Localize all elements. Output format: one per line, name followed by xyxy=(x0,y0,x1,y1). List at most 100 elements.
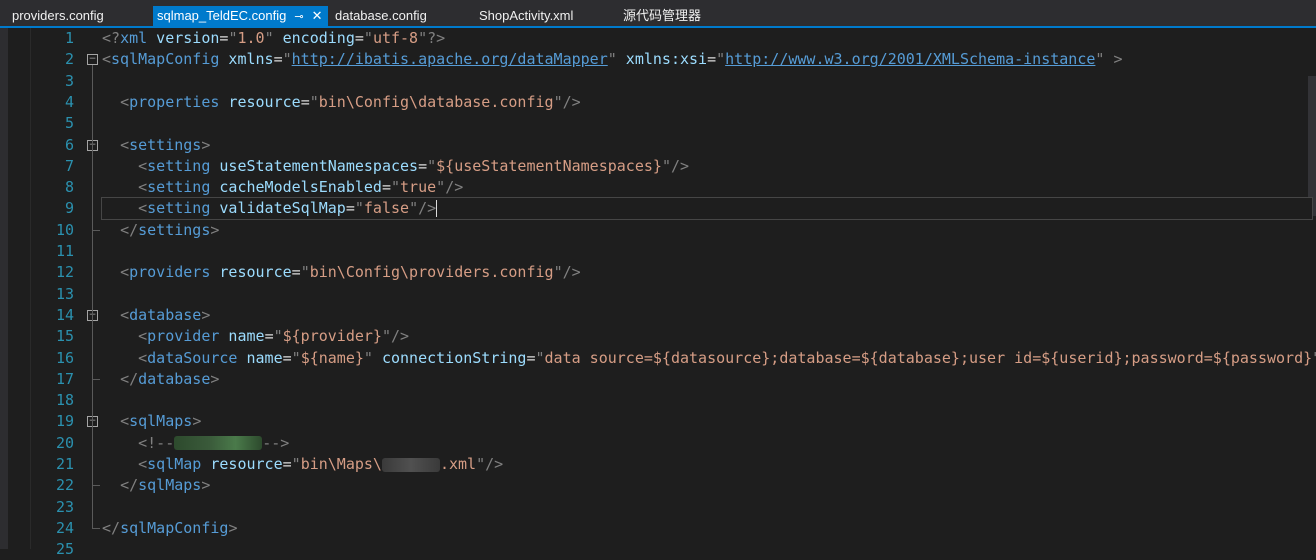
code-line[interactable]: 6− <settings> xyxy=(0,135,1316,156)
code-editor[interactable]: 1 <?xml version="1.0" encoding="utf-8"?> 2… xyxy=(0,28,1316,558)
code-token: sqlMapConfig xyxy=(111,50,220,69)
line-number: 18 xyxy=(55,391,74,410)
code-line[interactable]: 20 <!-- --> xyxy=(0,433,1316,454)
fold-guide xyxy=(92,150,93,230)
code-token: " xyxy=(391,178,401,197)
code-line[interactable]: 25 xyxy=(0,539,1316,560)
line-code: <setting useStatementNamespaces="${useSt… xyxy=(102,156,689,177)
code-line[interactable]: 7 <setting useStatementNamespaces="${use… xyxy=(0,156,1316,177)
line-code: <!-- --> xyxy=(102,433,289,454)
code-token: utf-8 xyxy=(372,29,419,47)
code-line[interactable]: 15 <provider name="${provider}"/> xyxy=(0,326,1316,347)
tab-database-config[interactable]: database.config xyxy=(335,6,427,26)
close-icon[interactable]: ✕ xyxy=(312,6,323,26)
code-token: < xyxy=(138,199,148,218)
code-token: setting xyxy=(147,199,211,218)
line-number: 6 xyxy=(64,135,74,154)
line-code: <setting cacheModelsEnabled="true"/> xyxy=(102,177,463,198)
line-code: <settings> xyxy=(102,135,210,156)
line-number: 15 xyxy=(55,327,74,346)
code-line[interactable]: 14− <database> xyxy=(0,305,1316,326)
code-line[interactable]: 13 xyxy=(0,284,1316,305)
tab-sqlmap-teldec-config[interactable]: sqlmap_TeldEC.config ⊸ ✕ xyxy=(153,6,329,27)
code-line[interactable]: 8 <setting cacheModelsEnabled="true"/> xyxy=(0,177,1316,198)
code-token: resource xyxy=(219,92,301,111)
code-token: " xyxy=(535,348,545,367)
code-line[interactable]: 22 </sqlMaps> xyxy=(0,475,1316,496)
line-number: 17 xyxy=(55,369,74,388)
fold-guide-end xyxy=(92,527,100,529)
line-number: 9 xyxy=(64,199,74,218)
code-token: false xyxy=(363,199,410,218)
code-token: " xyxy=(409,199,419,218)
line-number: 4 xyxy=(64,92,74,111)
line-number: 12 xyxy=(55,263,74,282)
code-token: " xyxy=(661,156,671,175)
tab-label: providers.config xyxy=(12,8,104,23)
code-token: properties xyxy=(129,92,220,111)
code-line[interactable]: 16 <dataSource name="${name}" connection… xyxy=(0,348,1316,369)
line-number: 11 xyxy=(55,242,74,260)
code-line[interactable]: 10 </settings> xyxy=(0,220,1316,241)
line-number: 13 xyxy=(55,284,74,303)
code-line[interactable]: 5 xyxy=(0,113,1316,134)
code-token: ?> xyxy=(427,29,446,47)
code-token: /> xyxy=(562,263,581,282)
code-line[interactable]: 17 </database> xyxy=(0,369,1316,390)
code-token: cacheModelsEnabled xyxy=(210,178,382,197)
code-token: = xyxy=(526,348,536,367)
code-token: " xyxy=(553,92,563,111)
code-token: " xyxy=(264,29,274,47)
code-token: = xyxy=(273,50,283,69)
fold-guide-end xyxy=(92,229,100,231)
code-line[interactable]: 23 xyxy=(0,497,1316,518)
code-token: = xyxy=(300,92,310,111)
code-token: 1.0 xyxy=(237,29,265,47)
code-line[interactable]: 2− <sqlMapConfig xmlns="http://ibatis.apa… xyxy=(0,49,1316,70)
tab-label: ShopActivity.xml xyxy=(479,8,574,23)
code-line[interactable]: 21 <sqlMap resource="bin\Maps\ .xml"/> xyxy=(0,454,1316,475)
line-code: <dataSource name="${name}" connectionStr… xyxy=(102,348,1316,369)
code-token: settings xyxy=(129,135,202,154)
code-token: > xyxy=(1104,50,1123,69)
code-token: setting xyxy=(147,156,211,175)
code-token: sqlMap xyxy=(147,455,202,473)
pin-icon[interactable]: ⊸ xyxy=(294,7,303,27)
code-line[interactable]: 4 <properties resource="bin\Config\datab… xyxy=(0,92,1316,113)
line-number: 10 xyxy=(55,220,74,239)
line-code: </sqlMaps> xyxy=(102,475,210,496)
code-line[interactable]: 12 <providers resource="bin\Config\provi… xyxy=(0,262,1316,283)
redacted-filename xyxy=(381,457,440,472)
tab-label: 源代码管理器 xyxy=(623,8,702,23)
code-token: = xyxy=(345,199,355,218)
redacted-comment xyxy=(174,436,263,451)
fold-guide-end xyxy=(92,485,100,487)
code-line[interactable]: 1 <?xml version="1.0" encoding="utf-8"?> xyxy=(0,28,1316,49)
code-line[interactable]: 24 </sqlMapConfig> xyxy=(0,518,1316,539)
code-token: dataSource xyxy=(147,348,238,367)
code-token: = xyxy=(282,455,292,473)
code-token: " xyxy=(427,156,437,175)
code-line[interactable]: 3 xyxy=(0,71,1316,92)
line-code: <properties resource="bin\Config\databas… xyxy=(102,92,581,113)
code-line[interactable]: 18 xyxy=(0,390,1316,411)
line-code: <sqlMaps> xyxy=(102,411,201,432)
tab-providers-config[interactable]: providers.config xyxy=(12,6,104,26)
code-line[interactable]: 11 xyxy=(0,241,1316,262)
code-token: < xyxy=(138,178,148,197)
code-line[interactable]: 9 <setting validateSqlMap="false"/> xyxy=(0,197,1316,221)
code-token: " xyxy=(381,327,391,346)
code-token: < xyxy=(138,156,148,175)
code-token: sqlMapConfig xyxy=(120,518,229,537)
code-token: ${provider} xyxy=(282,327,382,346)
code-token: > xyxy=(201,135,211,154)
code-line[interactable]: 19− <sqlMaps> xyxy=(0,411,1316,432)
fold-collapse-icon[interactable]: − xyxy=(87,54,98,66)
code-token: name xyxy=(219,327,265,346)
tab-source-control-explorer[interactable]: 源代码管理器 xyxy=(623,6,701,26)
code-token: bin\Config\database.config xyxy=(318,92,554,111)
tab-shopactivity-xml[interactable]: ShopActivity.xml xyxy=(479,6,573,26)
code-token: <? xyxy=(102,29,121,47)
